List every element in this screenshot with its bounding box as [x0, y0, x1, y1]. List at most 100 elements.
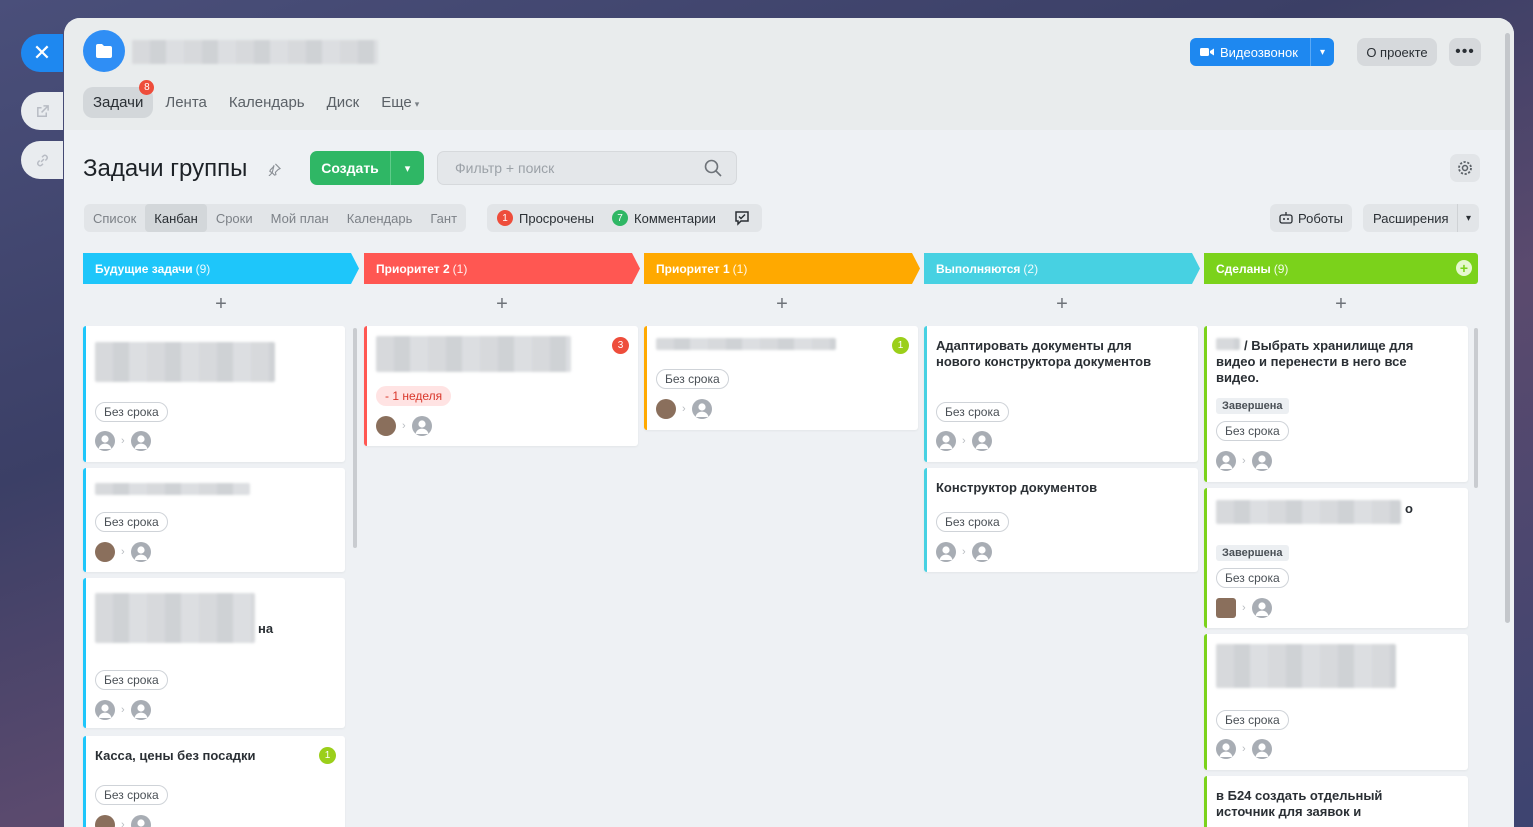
column-header-future[interactable]: Будущие задачи (9): [83, 253, 359, 284]
settings-button[interactable]: [1450, 154, 1480, 182]
create-task-button[interactable]: Создать ▾: [310, 151, 424, 185]
user-avatar-icon[interactable]: [1251, 598, 1272, 618]
add-task-button[interactable]: +: [364, 284, 640, 324]
column-header-in-progress[interactable]: Выполняются (2): [924, 253, 1200, 284]
user-avatar-icon[interactable]: [130, 700, 151, 720]
pin-icon[interactable]: [268, 163, 282, 179]
deadline-tag[interactable]: Без срока: [936, 402, 1009, 422]
view-tab-my-plan[interactable]: Мой план: [262, 204, 338, 232]
nav-tasks[interactable]: Задачи 8: [83, 80, 155, 118]
user-avatar-icon[interactable]: [95, 700, 115, 720]
column-header-done[interactable]: Сделаны (9) +: [1204, 253, 1478, 284]
close-slider-button[interactable]: ✕: [21, 34, 63, 72]
nav-more[interactable]: Еще ▾: [371, 87, 429, 118]
column-scrollbar[interactable]: [1474, 328, 1478, 488]
add-column-button[interactable]: +: [1456, 260, 1472, 276]
column-title: Приоритет 2: [376, 261, 450, 276]
deadline-tag[interactable]: Без срока: [95, 785, 168, 805]
user-avatar-icon[interactable]: [1251, 451, 1272, 471]
task-card[interactable]: Без срока ›: [1204, 634, 1468, 770]
task-card[interactable]: 1 Без срока ›: [644, 326, 918, 430]
user-avatar-icon[interactable]: [130, 542, 151, 562]
add-task-button[interactable]: +: [924, 284, 1200, 324]
user-avatar-icon[interactable]: [130, 815, 151, 827]
more-options-button[interactable]: •••: [1449, 38, 1481, 66]
deadline-tag[interactable]: Без срока: [95, 512, 168, 532]
add-task-button[interactable]: +: [83, 284, 359, 324]
task-card[interactable]: 3 - 1 неделя ›: [364, 326, 638, 446]
open-in-new-window-button[interactable]: [21, 92, 63, 130]
user-avatar-icon[interactable]: [971, 431, 992, 451]
search-icon[interactable]: [704, 159, 722, 177]
read-all-comments-icon[interactable]: [734, 210, 752, 226]
user-avatar-icon[interactable]: [936, 542, 956, 562]
user-avatar-icon[interactable]: [95, 542, 115, 562]
deadline-tag[interactable]: Без срока: [95, 402, 168, 422]
comments-count: 7: [612, 210, 629, 226]
video-call-dropdown[interactable]: ▾: [1310, 38, 1334, 66]
user-avatar-icon[interactable]: [691, 399, 712, 419]
task-card[interactable]: на Без срока ›: [83, 578, 345, 728]
task-title[interactable]: Касса, цены без посадки: [95, 748, 317, 764]
comments-counter[interactable]: 7 Комментарии: [612, 210, 716, 226]
task-card[interactable]: Адаптировать документы для нового констр…: [924, 326, 1198, 462]
deadline-tag[interactable]: Без срока: [936, 512, 1009, 532]
copy-link-button[interactable]: [21, 141, 63, 179]
group-nav: Задачи 8 Лента Календарь Диск Еще ▾: [83, 80, 429, 118]
user-avatar-icon[interactable]: [1251, 739, 1272, 759]
add-task-button[interactable]: +: [1204, 284, 1478, 324]
window-scrollbar[interactable]: [1505, 33, 1510, 623]
nav-calendar[interactable]: Календарь: [219, 87, 315, 118]
deadline-tag[interactable]: Без срока: [95, 670, 168, 690]
deadline-tag[interactable]: Без срока: [656, 369, 729, 389]
add-task-button[interactable]: +: [644, 284, 920, 324]
user-avatar-icon[interactable]: [656, 399, 676, 419]
deadline-tag[interactable]: Без срока: [1216, 568, 1289, 588]
view-tab-list[interactable]: Список: [84, 204, 145, 232]
create-dropdown[interactable]: ▾: [390, 151, 424, 185]
deadline-tag[interactable]: Без срока: [1216, 710, 1289, 730]
search-input[interactable]: [453, 159, 697, 177]
user-avatar-icon[interactable]: [1216, 598, 1236, 618]
column-header-priority-2[interactable]: Приоритет 2 (1): [364, 253, 640, 284]
nav-disk[interactable]: Диск: [317, 87, 370, 118]
task-card[interactable]: о Завершена Без срока ›: [1204, 488, 1468, 628]
task-card[interactable]: Касса, цены без посадки 1 Без срока ›: [83, 736, 345, 827]
task-card[interactable]: / Выбрать хранилище для видео и перенест…: [1204, 326, 1468, 482]
extensions-dropdown[interactable]: ▾: [1457, 204, 1479, 232]
task-title[interactable]: в Б24 создать отдельный источник для зая…: [1216, 788, 1440, 820]
task-card[interactable]: Без срока ›: [83, 468, 345, 572]
overdue-deadline-tag[interactable]: - 1 неделя: [376, 386, 452, 406]
user-avatar-icon[interactable]: [1216, 451, 1236, 471]
robots-button[interactable]: Роботы: [1270, 204, 1352, 232]
user-avatar-icon[interactable]: [376, 416, 396, 436]
view-tab-gantt[interactable]: Гант: [421, 204, 466, 232]
about-project-button[interactable]: О проекте: [1357, 38, 1437, 66]
column-header-priority-1[interactable]: Приоритет 1 (1): [644, 253, 920, 284]
tasks-count-badge: 8: [139, 80, 155, 95]
task-card[interactable]: Без срока ›: [83, 326, 345, 462]
column-scrollbar[interactable]: [353, 328, 357, 548]
video-call-button[interactable]: Видеозвонок ▾: [1190, 38, 1334, 66]
user-avatar-icon[interactable]: [971, 542, 992, 562]
group-avatar[interactable]: [83, 30, 125, 72]
user-avatar-icon[interactable]: [95, 815, 115, 827]
filter-search[interactable]: [437, 151, 737, 185]
task-card[interactable]: в Б24 создать отдельный источник для зая…: [1204, 776, 1468, 827]
view-tab-deadlines[interactable]: Сроки: [207, 204, 262, 232]
user-avatar-icon[interactable]: [1216, 739, 1236, 759]
user-avatar-icon[interactable]: [130, 431, 151, 451]
task-card[interactable]: Конструктор документов Без срока ›: [924, 468, 1198, 572]
view-tab-calendar[interactable]: Календарь: [338, 204, 422, 232]
extensions-button[interactable]: Расширения ▾: [1363, 204, 1479, 232]
nav-feed[interactable]: Лента: [155, 87, 217, 118]
user-avatar-icon[interactable]: [95, 431, 115, 451]
user-avatar-icon[interactable]: [936, 431, 956, 451]
task-title[interactable]: / Выбрать хранилище для видео и перенест…: [1216, 338, 1440, 386]
user-avatar-icon[interactable]: [411, 416, 432, 436]
task-title[interactable]: Адаптировать документы для нового констр…: [936, 338, 1170, 370]
task-title[interactable]: Конструктор документов: [936, 480, 1170, 496]
deadline-tag[interactable]: Без срока: [1216, 421, 1289, 441]
view-tab-kanban[interactable]: Канбан: [145, 204, 207, 232]
overdue-counter[interactable]: 1 Просрочены: [497, 210, 594, 226]
